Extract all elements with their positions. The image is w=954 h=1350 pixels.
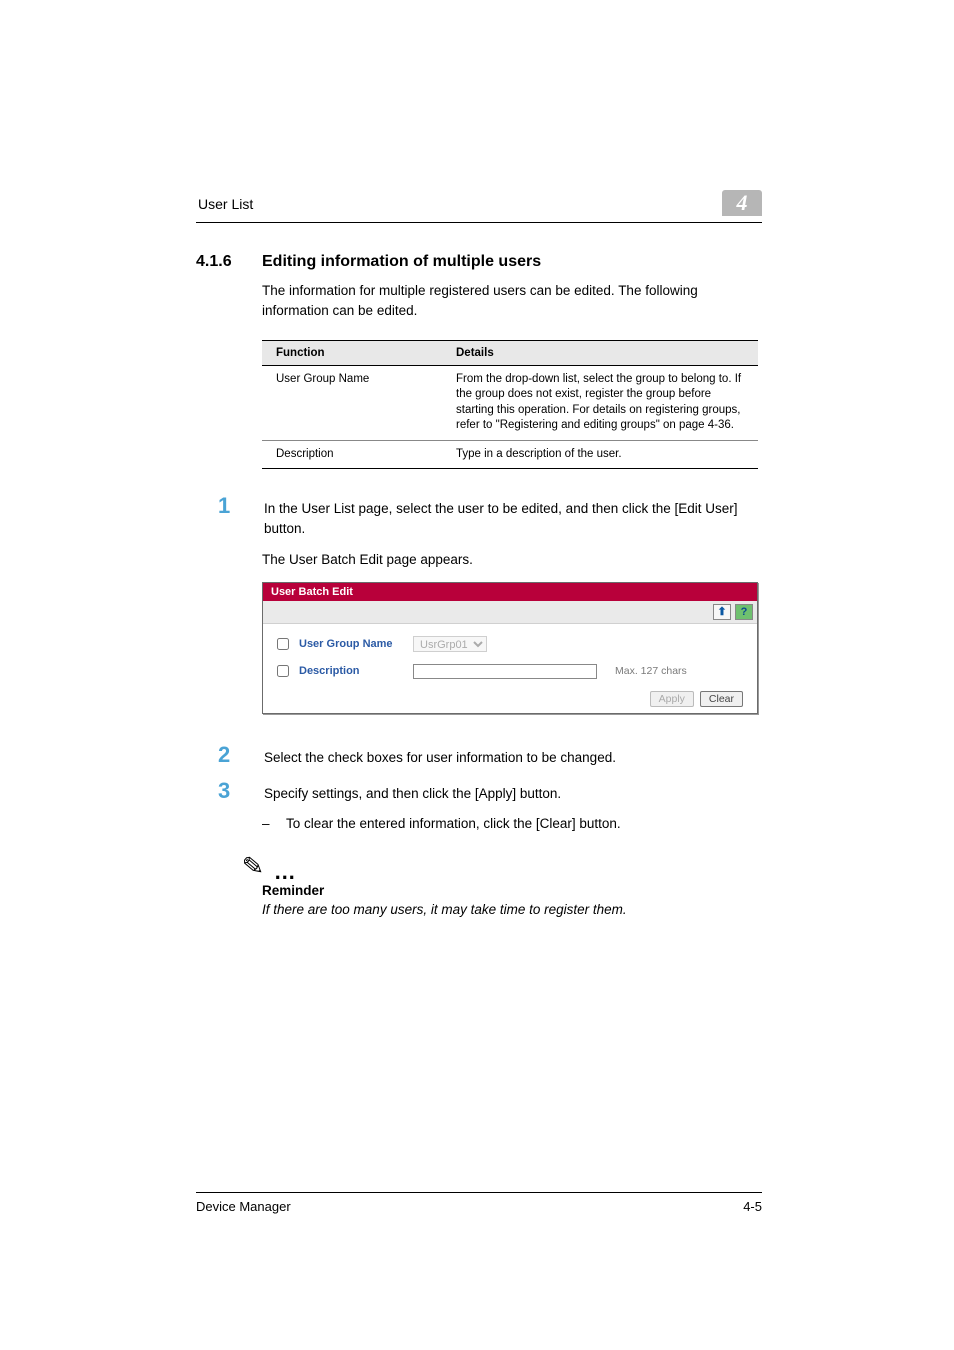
row-description: Description Max. 127 chars bbox=[277, 664, 743, 679]
table-header-row: Function Details bbox=[262, 340, 758, 365]
panel-title: User Batch Edit bbox=[263, 583, 757, 601]
checkbox-description[interactable] bbox=[277, 665, 289, 677]
label-user-group-name: User Group Name bbox=[299, 638, 403, 650]
step-text: Select the check boxes for user informat… bbox=[264, 748, 762, 768]
step-1: 1 In the User List page, select the user… bbox=[218, 493, 762, 540]
chapter-number-badge: 4 bbox=[722, 190, 762, 216]
cell-details: Type in a description of the user. bbox=[442, 440, 758, 469]
page-footer: Device Manager 4-5 bbox=[196, 1192, 762, 1214]
step-number: 3 bbox=[218, 778, 238, 804]
header-rule bbox=[196, 222, 762, 223]
step-number: 2 bbox=[218, 742, 238, 768]
running-header: User List 4 bbox=[196, 190, 762, 216]
reminder-heading: Reminder bbox=[262, 883, 762, 898]
input-description[interactable] bbox=[413, 664, 597, 679]
footer-page-number: 4-5 bbox=[743, 1199, 762, 1214]
cell-details: From the drop-down list, select the grou… bbox=[442, 365, 758, 440]
label-description: Description bbox=[299, 665, 403, 677]
ellipsis-icon: … bbox=[274, 870, 300, 878]
pencil-icon: ✎ bbox=[241, 852, 265, 880]
step-text: In the User List page, select the user t… bbox=[264, 499, 762, 540]
up-icon[interactable]: ⬆ bbox=[713, 604, 731, 620]
section-number: 4.1.6 bbox=[196, 253, 242, 271]
step-1-subtext: The User Batch Edit page appears. bbox=[262, 550, 762, 570]
checkbox-user-group-name[interactable] bbox=[277, 638, 289, 650]
cell-function: User Group Name bbox=[262, 365, 442, 440]
col-header-details: Details bbox=[442, 340, 758, 365]
function-details-table: Function Details User Group Name From th… bbox=[262, 340, 758, 470]
cell-function: Description bbox=[262, 440, 442, 469]
row-user-group-name: User Group Name UsrGrp01 bbox=[277, 636, 743, 652]
select-user-group-name[interactable]: UsrGrp01 bbox=[413, 636, 487, 652]
user-batch-edit-panel: User Batch Edit ⬆ ? User Group Name UsrG… bbox=[262, 582, 758, 714]
col-header-function: Function bbox=[262, 340, 442, 365]
step-2: 2 Select the check boxes for user inform… bbox=[218, 742, 762, 768]
panel-footer: Apply Clear bbox=[277, 691, 743, 707]
apply-button[interactable]: Apply bbox=[650, 691, 694, 707]
help-icon[interactable]: ? bbox=[735, 604, 753, 620]
panel-toolbar: ⬆ ? bbox=[263, 601, 757, 624]
panel-body: User Group Name UsrGrp01 Description Max… bbox=[263, 624, 757, 713]
running-header-title: User List bbox=[196, 196, 253, 216]
section-title: Editing information of multiple users bbox=[262, 253, 541, 271]
reminder-text: If there are too many users, it may take… bbox=[262, 900, 762, 920]
table-row: User Group Name From the drop-down list,… bbox=[262, 365, 758, 440]
dash-bullet: – bbox=[262, 814, 272, 834]
step-3-substep-text: To clear the entered information, click … bbox=[286, 814, 621, 834]
clear-button[interactable]: Clear bbox=[700, 691, 743, 707]
reminder-icon-row: ✎ … bbox=[242, 853, 762, 879]
step-3: 3 Specify settings, and then click the [… bbox=[218, 778, 762, 804]
step-3-substep: – To clear the entered information, clic… bbox=[262, 814, 762, 834]
section-intro-text: The information for multiple registered … bbox=[262, 281, 762, 322]
section-heading: 4.1.6 Editing information of multiple us… bbox=[196, 253, 762, 271]
hint-max-chars: Max. 127 chars bbox=[615, 665, 687, 677]
footer-rule bbox=[196, 1192, 762, 1193]
step-number: 1 bbox=[218, 493, 238, 519]
table-row: Description Type in a description of the… bbox=[262, 440, 758, 469]
footer-left: Device Manager bbox=[196, 1199, 291, 1214]
step-text: Specify settings, and then click the [Ap… bbox=[264, 784, 762, 804]
